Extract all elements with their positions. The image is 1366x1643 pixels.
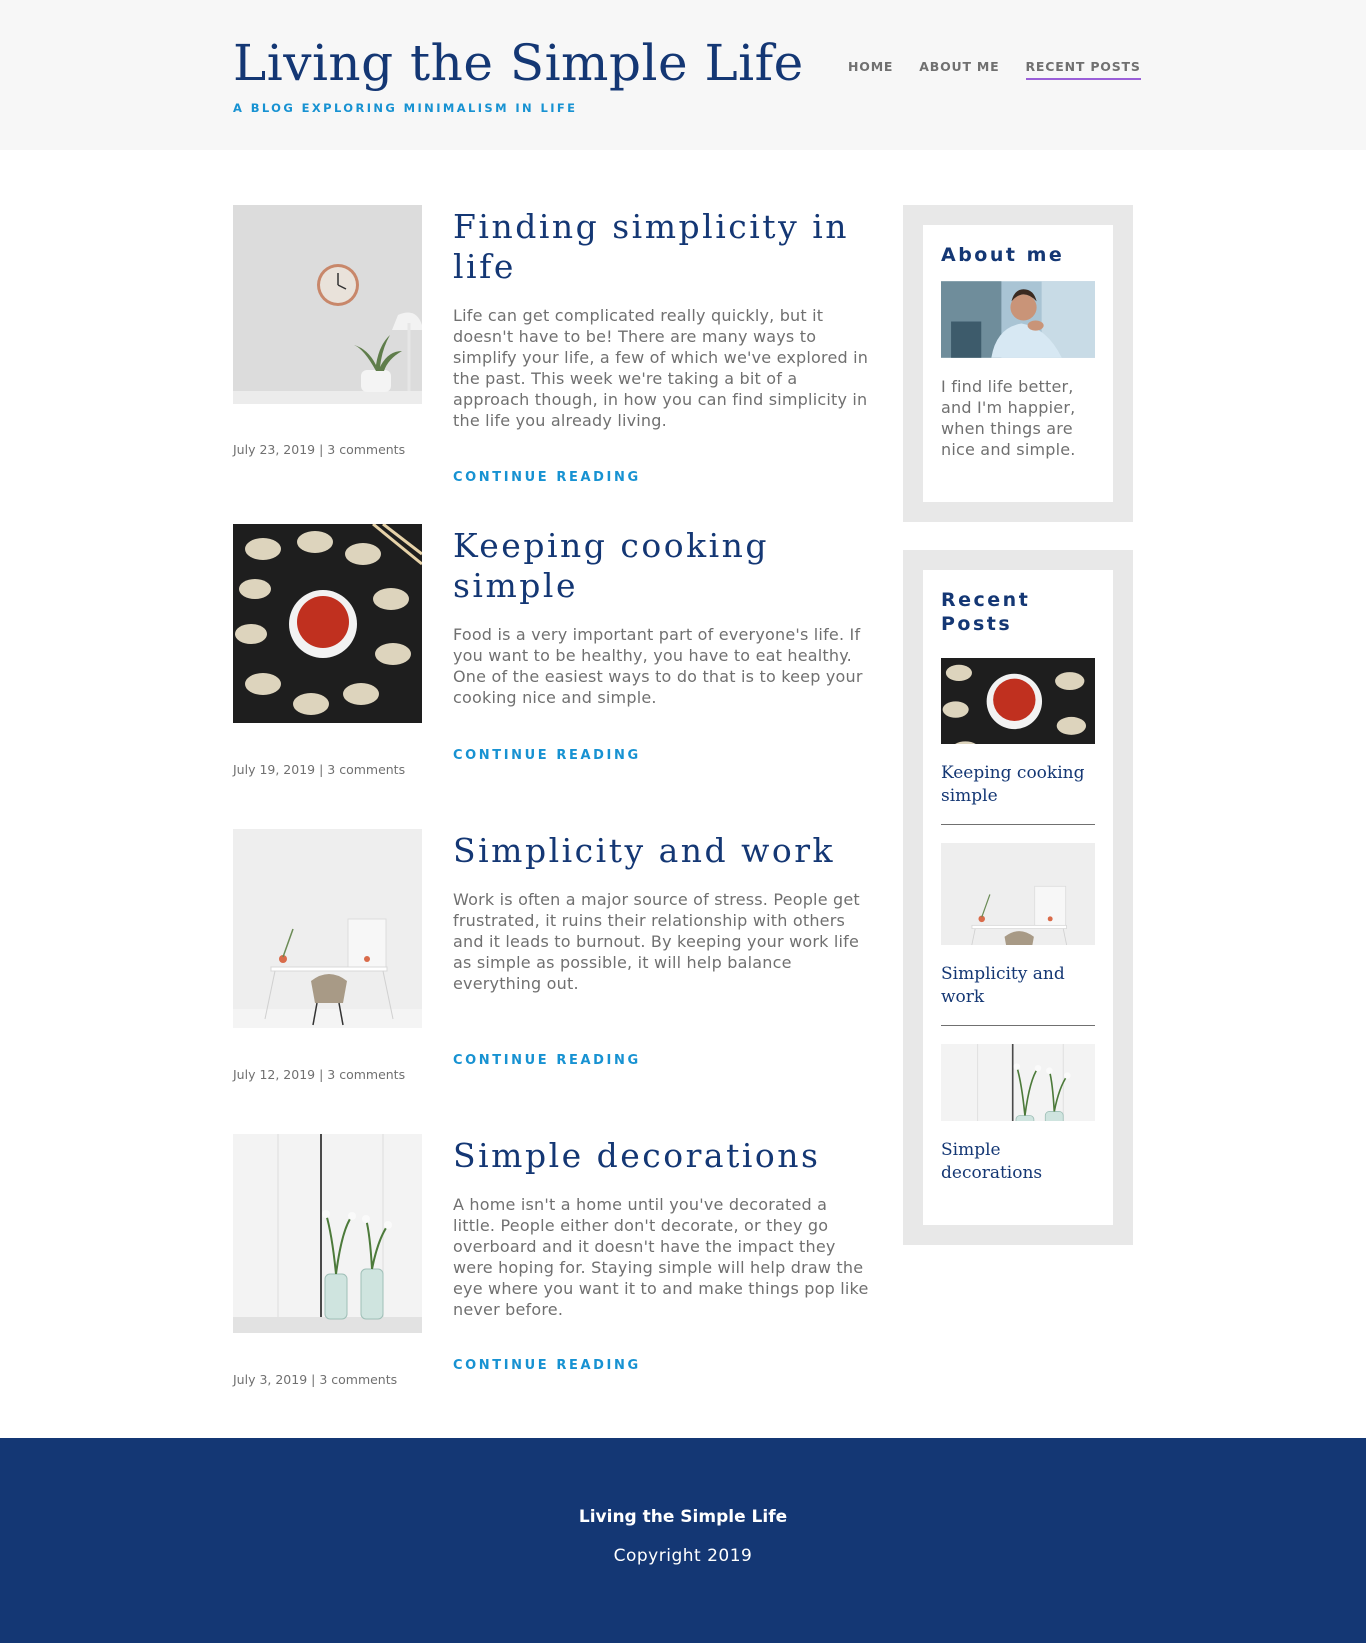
post-title[interactable]: Keeping cooking simple [453, 526, 873, 606]
desk-and-chair-photo [233, 829, 422, 1028]
post-meta: July 3, 2019 | 3 comments [233, 1372, 398, 1387]
post-thumbnail[interactable] [233, 829, 422, 1028]
about-me-card: About me I find life better, and I'm hap… [923, 225, 1113, 502]
post-thumbnail[interactable] [233, 524, 422, 723]
recent-posts-widget: Recent Posts Keeping cooking simple Simp… [903, 550, 1133, 1245]
site-footer: Living the Simple Life Copyright 2019 [0, 1438, 1366, 1643]
continue-reading-link[interactable]: CONTINUE READING [453, 748, 641, 763]
continue-reading-link[interactable]: CONTINUE READING [453, 1053, 641, 1068]
about-me-text: I find life better, and I'm happier, whe… [941, 377, 1076, 459]
footer-copyright: Copyright 2019 [613, 1546, 753, 1566]
recent-post-item[interactable]: Keeping cooking simple [941, 658, 1095, 825]
recent-posts-card: Recent Posts Keeping cooking simple Simp… [923, 570, 1113, 1225]
flower-vases-photo [233, 1134, 422, 1333]
flower-vases-photo [941, 1044, 1095, 1121]
dumplings-and-sauce-photo [941, 658, 1095, 744]
recent-post-link[interactable]: Simple decorations [941, 1139, 1095, 1185]
about-me-widget: About me I find life better, and I'm hap… [903, 205, 1133, 522]
continue-reading-link[interactable]: CONTINUE READING [453, 470, 641, 485]
post-article: Simplicity and work Work is often a majo… [233, 829, 868, 1089]
recent-post-link[interactable]: Simplicity and work [941, 963, 1095, 1009]
post-thumbnail[interactable] [233, 1134, 422, 1333]
wall-clock-and-plant-photo [233, 205, 422, 404]
recent-post-item[interactable]: Simplicity and work [941, 843, 1095, 1026]
post-excerpt: Life can get complicated really quickly,… [453, 306, 869, 430]
site-header: Living the Simple Life A BLOG EXPLORING … [0, 0, 1366, 150]
post-article: Simple decorations A home isn't a home u… [233, 1134, 868, 1394]
dumplings-and-sauce-photo [233, 524, 422, 723]
post-title[interactable]: Simplicity and work [453, 831, 873, 871]
about-me-title: About me [941, 244, 1065, 266]
main-nav: HOME ABOUT ME RECENT POSTS [848, 59, 1141, 80]
post-meta: July 19, 2019 | 3 comments [233, 762, 406, 777]
recent-posts-title: Recent Posts [941, 589, 1031, 635]
post-meta: July 12, 2019 | 3 comments [233, 1067, 406, 1082]
site-title[interactable]: Living the Simple Life [233, 36, 804, 91]
desk-and-chair-photo [941, 843, 1095, 945]
recent-post-link[interactable]: Keeping cooking simple [941, 762, 1095, 808]
post-article: Keeping cooking simple Food is a very im… [233, 524, 868, 784]
nav-about-me[interactable]: ABOUT ME [919, 59, 999, 80]
post-meta: July 23, 2019 | 3 comments [233, 442, 406, 457]
recent-post-item[interactable]: Simple decorations [941, 1044, 1095, 1193]
post-title[interactable]: Finding simplicity in life [453, 207, 873, 287]
smiling-man-photo [941, 281, 1095, 358]
post-excerpt: Food is a very important part of everyon… [453, 625, 863, 707]
nav-recent-posts[interactable]: RECENT POSTS [1025, 59, 1141, 80]
site-subtitle: A BLOG EXPLORING MINIMALISM IN LIFE [233, 101, 578, 115]
post-article: Finding simplicity in life Life can get … [233, 205, 868, 495]
post-title[interactable]: Simple decorations [453, 1136, 873, 1176]
post-excerpt: Work is often a major source of stress. … [453, 890, 860, 993]
nav-home[interactable]: HOME [848, 59, 893, 80]
continue-reading-link[interactable]: CONTINUE READING [453, 1358, 641, 1373]
post-thumbnail[interactable] [233, 205, 422, 404]
post-excerpt: A home isn't a home until you've decorat… [453, 1195, 869, 1319]
footer-title: Living the Simple Life [578, 1507, 788, 1527]
